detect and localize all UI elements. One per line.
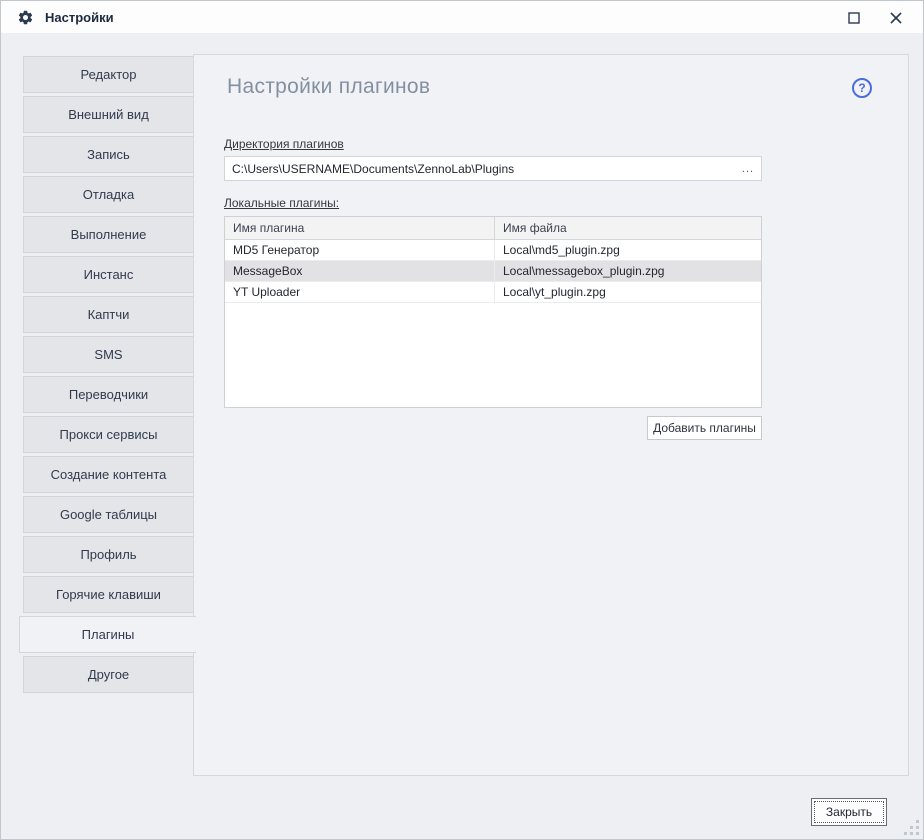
plugin-name-cell: YT Uploader (225, 282, 495, 302)
directory-label: Директория плагинов (224, 137, 344, 151)
close-dialog-button[interactable]: Закрыть (811, 798, 887, 826)
resize-grip[interactable] (904, 820, 919, 835)
sidebar-tab-label: Горячие клавиши (56, 587, 161, 602)
help-icon[interactable]: ? (852, 78, 872, 98)
sidebar-tab-label: Выполнение (71, 227, 147, 242)
sidebar-tab[interactable]: Внешний вид (23, 96, 194, 133)
browse-button[interactable]: ... (735, 157, 761, 180)
window-title: Настройки (45, 10, 114, 25)
sidebar-tab-label: Запись (87, 147, 130, 162)
sidebar-tab[interactable]: Редактор (23, 56, 194, 93)
sidebar-tab-label: SMS (94, 347, 122, 362)
sidebar-tab[interactable]: Другое (23, 656, 194, 693)
close-button[interactable] (875, 1, 917, 34)
sidebar-tab[interactable]: Переводчики (23, 376, 194, 413)
sidebar-tab[interactable]: Google таблицы (23, 496, 194, 533)
table-header-row: Имя плагина Имя файла (225, 217, 761, 240)
sidebar-tab[interactable]: Плагины (19, 616, 196, 653)
sidebar-tab-label: Внешний вид (68, 107, 149, 122)
titlebar: Настройки (1, 1, 923, 34)
sidebar-tab[interactable]: Профиль (23, 536, 194, 573)
sidebar-tab[interactable]: Выполнение (23, 216, 194, 253)
plugin-name-cell: MessageBox (225, 261, 495, 281)
sidebar-tab[interactable]: SMS (23, 336, 194, 373)
close-dialog-button-label: Закрыть (826, 805, 872, 819)
sidebar-tab[interactable]: Инстанс (23, 256, 194, 293)
settings-sidebar: Редактор Внешний вид Запись Отладка Выпо… (23, 56, 194, 696)
table-row[interactable]: MD5 Генератор Local\md5_plugin.zpg (225, 240, 761, 261)
sidebar-tab[interactable]: Запись (23, 136, 194, 173)
plugins-settings-panel: Настройки плагинов ? Директория плагинов… (193, 54, 909, 776)
sidebar-tab-label: Отладка (83, 187, 134, 202)
add-plugins-button[interactable]: Добавить плагины (647, 416, 762, 440)
sidebar-tab-label: Редактор (81, 67, 137, 82)
column-header-file-name[interactable]: Имя файла (495, 217, 761, 239)
sidebar-tab-label: Переводчики (69, 387, 148, 402)
table-body: MD5 Генератор Local\md5_plugin.zpg Messa… (225, 240, 761, 303)
sidebar-tab[interactable]: Горячие клавиши (23, 576, 194, 613)
column-header-plugin-name[interactable]: Имя плагина (225, 217, 495, 239)
sidebar-tab[interactable]: Отладка (23, 176, 194, 213)
sidebar-tab-label: Создание контента (51, 467, 167, 482)
sidebar-tab[interactable]: Каптчи (23, 296, 194, 333)
maximize-button[interactable] (833, 1, 875, 34)
sidebar-tab[interactable]: Прокси сервисы (23, 416, 194, 453)
plugins-directory-field[interactable]: C:\Users\USERNAME\Documents\ZennoLab\Plu… (224, 156, 762, 181)
sidebar-tab-label: Другое (88, 667, 129, 682)
plugins-directory-value: C:\Users\USERNAME\Documents\ZennoLab\Plu… (225, 162, 735, 176)
local-plugins-label: Локальные плагины: (224, 196, 339, 210)
sidebar-tab-label: Инстанс (84, 267, 134, 282)
sidebar-tab-label: Профиль (80, 547, 136, 562)
plugin-file-cell: Local\messagebox_plugin.zpg (495, 261, 761, 281)
settings-gear-icon (17, 9, 34, 26)
sidebar-tab-label: Плагины (82, 627, 135, 642)
table-row[interactable]: YT Uploader Local\yt_plugin.zpg (225, 282, 761, 303)
table-row[interactable]: MessageBox Local\messagebox_plugin.zpg (225, 261, 761, 282)
plugin-file-cell: Local\yt_plugin.zpg (495, 282, 761, 302)
sidebar-tab-label: Прокси сервисы (60, 427, 158, 442)
plugin-file-cell: Local\md5_plugin.zpg (495, 240, 761, 260)
sidebar-tab-label: Каптчи (88, 307, 130, 322)
sidebar-tab-label: Google таблицы (60, 507, 157, 522)
sidebar-tab[interactable]: Создание контента (23, 456, 194, 493)
plugin-name-cell: MD5 Генератор (225, 240, 495, 260)
page-title: Настройки плагинов (227, 75, 430, 99)
local-plugins-table: Имя плагина Имя файла MD5 Генератор Loca… (224, 216, 762, 408)
